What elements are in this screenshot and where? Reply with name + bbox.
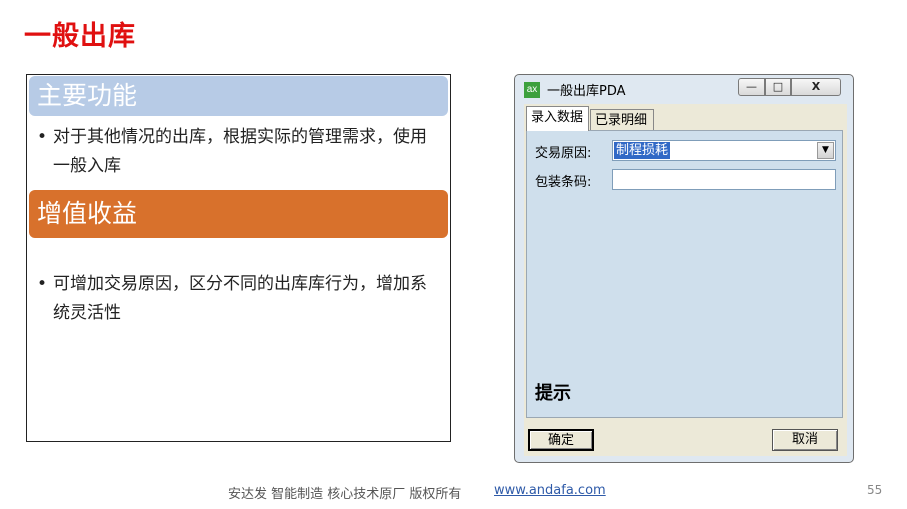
app-logo-icon: ax	[524, 82, 540, 98]
barcode-input[interactable]	[612, 169, 836, 190]
minimize-button[interactable]: —	[738, 78, 765, 96]
pda-dialog-window: ax 一般出库PDA — □ X 录入数据 已录明细 交易原因: 制程损耗 ▼ …	[514, 74, 854, 463]
window-titlebar[interactable]: ax 一般出库PDA — □ X	[515, 75, 853, 103]
value-benefit-header: 增值收益	[29, 190, 448, 238]
value-benefit-bullet: 可增加交易原因，区分不同的出库库行为，增加系统灵活性	[37, 270, 442, 328]
slide-title: 一般出库	[24, 21, 136, 52]
barcode-label: 包装条码:	[535, 175, 592, 190]
reason-select[interactable]: 制程损耗 ▼	[612, 140, 836, 161]
close-button[interactable]: X	[791, 78, 841, 96]
window-title: 一般出库PDA	[547, 84, 626, 99]
reason-selected-value: 制程损耗	[614, 142, 671, 159]
tab-entry-data[interactable]: 录入数据	[526, 106, 589, 131]
maximize-button[interactable]: □	[765, 78, 791, 96]
hint-label: 提示	[535, 383, 571, 404]
entry-panel: 交易原因: 制程损耗 ▼ 包装条码: 提示	[526, 130, 843, 418]
footer-text: 安达发 智能制造 核心技术原厂 版权所有	[228, 487, 462, 502]
tab-recorded-details[interactable]: 已录明细	[590, 109, 654, 132]
feature-panel: 主要功能 对于其他情况的出库，根据实际的管理需求，使用一般入库 增值收益 可增加…	[26, 74, 451, 442]
reason-label: 交易原因:	[535, 146, 592, 161]
main-function-bullet: 对于其他情况的出库，根据实际的管理需求，使用一般入库	[37, 123, 442, 181]
cancel-button[interactable]: 取消	[772, 429, 838, 451]
dropdown-arrow-icon[interactable]: ▼	[817, 142, 834, 159]
confirm-button[interactable]: 确定	[528, 429, 594, 451]
page-number: 55	[867, 483, 883, 497]
footer-website-link[interactable]: www.andafa.com	[494, 483, 606, 498]
window-client-area: 录入数据 已录明细 交易原因: 制程损耗 ▼ 包装条码: 提示 确定 取消	[524, 104, 847, 456]
main-function-header: 主要功能	[29, 76, 448, 116]
